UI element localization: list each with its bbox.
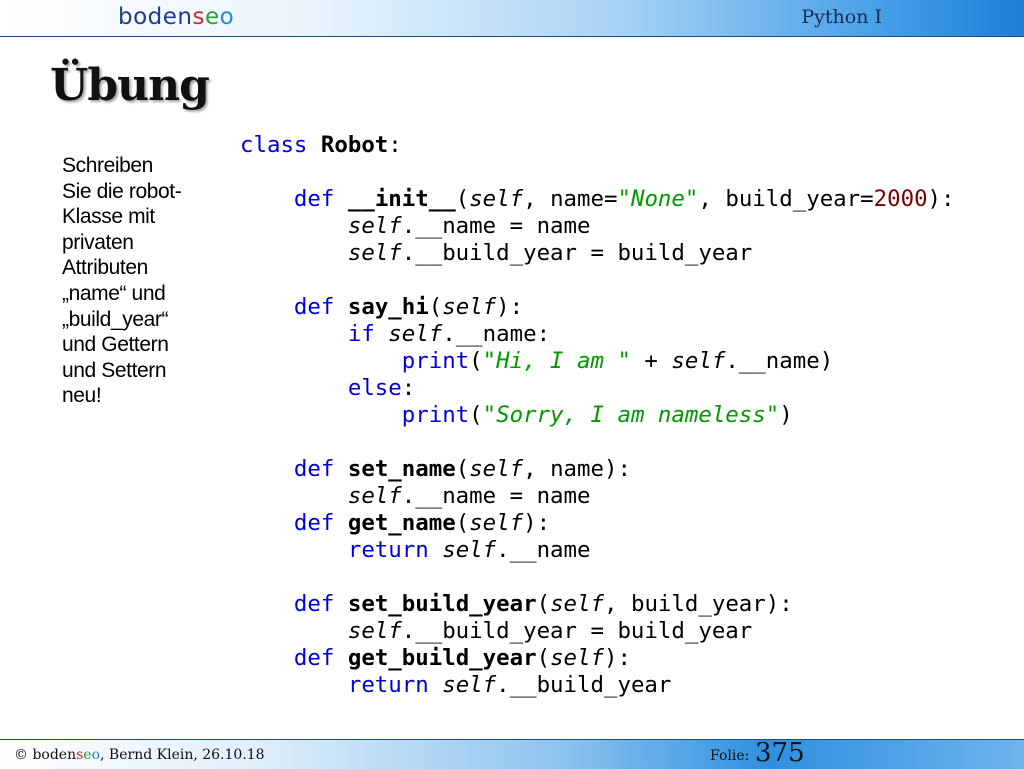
header-bar: bodenseo Python I xyxy=(0,0,1024,37)
task-description: Schreiben Sie die robot- Klasse mit priv… xyxy=(62,154,182,408)
code-line-get-build-year-body: return self.__build_year xyxy=(347,672,672,698)
slide-number: 375 xyxy=(755,738,805,768)
code-line-def-get-name: def get_name(self): xyxy=(293,510,551,536)
code-line-def-say-hi: def say_hi(self): xyxy=(293,294,524,320)
code-block: class Robot: def __init__(self, name="No… xyxy=(240,132,955,699)
course-title: Python I xyxy=(801,6,882,28)
slide-title: Übung xyxy=(50,60,210,111)
code-line-init-body-1: self.__name = name xyxy=(347,213,591,239)
code-line-init-body-2: self.__build_year = build_year xyxy=(347,240,753,266)
logo-text-part3: e xyxy=(204,4,220,30)
copyright-symbol: © xyxy=(14,747,33,763)
code-line-class: class Robot: xyxy=(240,132,402,158)
footer-logo-part3: e xyxy=(83,747,92,763)
code-line-print-sorry: print("Sorry, I am nameless") xyxy=(401,402,793,428)
code-line-set-build-year-body: self.__build_year = build_year xyxy=(347,618,753,644)
logo-text-part1: boden xyxy=(118,4,193,30)
code-line-def-set-build-year: def set_build_year(self, build_year): xyxy=(293,591,793,617)
bodenseo-logo: bodenseo xyxy=(118,2,234,32)
footer-bar: © bodenseo, Bernd Klein, 26.10.18 Folie:… xyxy=(0,738,1024,769)
footer-copyright: © bodenseo, Bernd Klein, 26.10.18 xyxy=(14,747,265,763)
code-line-set-name-body: self.__name = name xyxy=(347,483,591,509)
logo-text-part2: s xyxy=(192,4,205,30)
code-line-def-get-build-year: def get_build_year(self): xyxy=(293,645,631,671)
code-line-print-hi: print("Hi, I am " + self.__name) xyxy=(401,348,834,374)
footer-logo-part1: boden xyxy=(32,747,77,763)
slide-number-label: Folie: xyxy=(710,748,750,764)
code-line-def-set-name: def set_name(self, name): xyxy=(293,456,631,482)
logo-text-part4: o xyxy=(219,4,235,30)
code-line-else: else: xyxy=(347,375,416,401)
code-line-get-name-body: return self.__name xyxy=(347,537,591,563)
footer-logo-part4: o xyxy=(91,747,101,763)
footer-author-date: , Bernd Klein, 26.10.18 xyxy=(100,747,265,763)
code-line-def-init: def __init__(self, name="None", build_ye… xyxy=(293,186,955,212)
code-line-if: if self.__name: xyxy=(347,321,551,347)
